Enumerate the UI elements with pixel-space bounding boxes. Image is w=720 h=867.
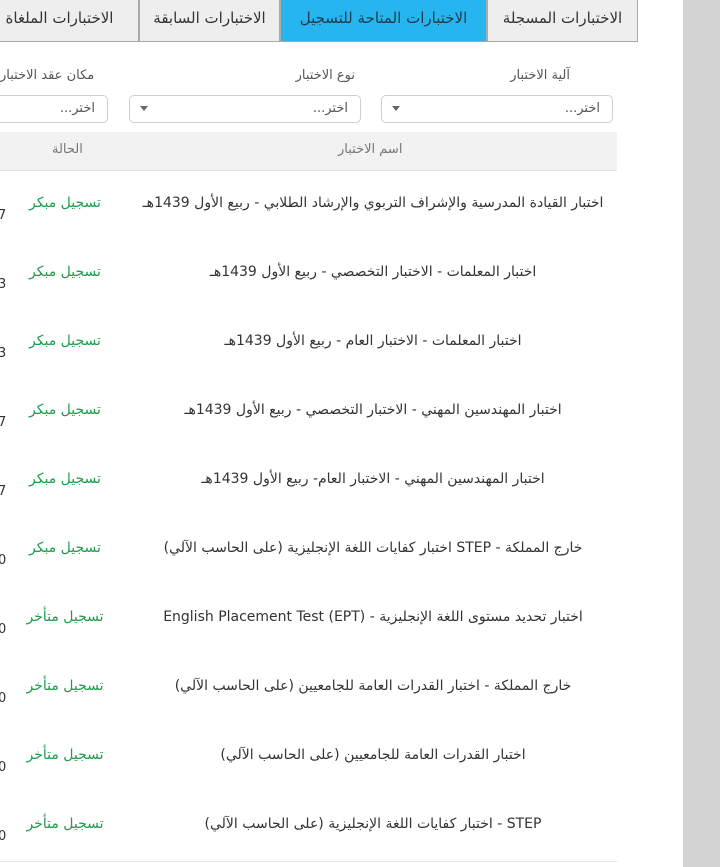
status-badge: تسجيل متأخر xyxy=(26,678,104,694)
exam-name: اختبار المهندسين المهني - الاختبار العام… xyxy=(201,471,545,487)
place-filter-label: مكان عقد الاختبار xyxy=(0,68,95,83)
table-row[interactable]: خارج المملكة - اختبار القدرات العامة للج… xyxy=(0,654,617,724)
tab-canceled-exams[interactable]: الاختبارات الملغاة xyxy=(0,0,139,42)
exam-name: اختبار المهندسين المهني - الاختبار التخص… xyxy=(184,402,562,418)
table-row[interactable]: خارج المملكة - STEP اختبار كفايات اللغة … xyxy=(0,516,617,586)
exams-panel: الاختبارات المسجلة الاختبارات المتاحة لل… xyxy=(0,0,683,867)
table-row[interactable]: اختبار المعلمات - الاختبار العام - ربيع … xyxy=(0,309,617,379)
status-badge: تسجيل مبكر xyxy=(29,402,101,418)
table-row[interactable]: اختبار المعلمات - الاختبار التخصصي - ربي… xyxy=(0,240,617,310)
truncated-cell: 7 xyxy=(0,484,7,499)
truncated-cell: 0 xyxy=(0,553,7,568)
table-row[interactable]: اختبار القدرات العامة للجامعيين (على الح… xyxy=(0,723,617,793)
truncated-cell: 3 xyxy=(0,346,7,361)
chevron-down-icon xyxy=(392,106,400,111)
status-badge: تسجيل مبكر xyxy=(29,471,101,487)
truncated-cell: 0 xyxy=(0,622,7,637)
status-badge: تسجيل متأخر xyxy=(26,609,104,625)
tab-registered-exams[interactable]: الاختبارات المسجلة xyxy=(487,0,638,42)
truncated-cell: 7 xyxy=(0,208,7,223)
page-background xyxy=(683,0,720,867)
table-row[interactable]: STEP - اختبار كفايات اللغة الإنجليزية (ع… xyxy=(0,792,617,862)
place-select-value: اختر... xyxy=(59,101,95,116)
column-header-status: الحالة xyxy=(52,142,83,157)
truncated-cell: 0 xyxy=(0,691,7,706)
type-filter-label: نوع الاختبار xyxy=(295,68,355,83)
mechanism-select-value: اختر... xyxy=(564,101,600,116)
truncated-cell: 0 xyxy=(0,760,7,775)
status-badge: تسجيل مبكر xyxy=(29,195,101,211)
exam-name: اختبار القدرات العامة للجامعيين (على الح… xyxy=(220,747,526,763)
truncated-cell: 3 xyxy=(0,277,7,292)
exam-name: اختبار المعلمات - الاختبار العام - ربيع … xyxy=(224,333,522,349)
mechanism-select[interactable]: اختر... xyxy=(381,95,613,123)
status-badge: تسجيل متأخر xyxy=(26,747,104,763)
table-row[interactable]: اختبار المهندسين المهني - الاختبار التخص… xyxy=(0,378,617,448)
truncated-cell: 0 xyxy=(0,829,7,844)
table-header: اسم الاختبار الحالة xyxy=(0,132,617,171)
type-select-value: اختر... xyxy=(312,101,348,116)
exam-tabs: الاختبارات المسجلة الاختبارات المتاحة لل… xyxy=(0,0,638,44)
column-header-exam-name: اسم الاختبار xyxy=(338,142,403,157)
status-badge: تسجيل مبكر xyxy=(29,540,101,556)
type-select[interactable]: اختر... xyxy=(129,95,361,123)
exam-name: اختبار المعلمات - الاختبار التخصصي - ربي… xyxy=(209,264,537,280)
status-badge: تسجيل متأخر xyxy=(26,816,104,832)
truncated-cell: 7 xyxy=(0,415,7,430)
chevron-down-icon xyxy=(140,106,148,111)
exam-name: خارج المملكة - STEP اختبار كفايات اللغة … xyxy=(163,540,583,556)
exam-name: STEP - اختبار كفايات اللغة الإنجليزية (ع… xyxy=(204,816,542,832)
exam-name: اختبار تحديد مستوى اللغة الإنجليزية - En… xyxy=(163,609,583,625)
exam-name: اختبار القيادة المدرسية والإشراف التربوي… xyxy=(142,195,604,211)
status-badge: تسجيل مبكر xyxy=(29,264,101,280)
table-row[interactable]: اختبار المهندسين المهني - الاختبار العام… xyxy=(0,447,617,517)
exam-name: خارج المملكة - اختبار القدرات العامة للج… xyxy=(174,678,572,694)
mechanism-filter-label: آلية الاختبار xyxy=(510,68,570,83)
table-row[interactable]: اختبار القيادة المدرسية والإشراف التربوي… xyxy=(0,171,617,241)
table-row[interactable]: اختبار تحديد مستوى اللغة الإنجليزية - En… xyxy=(0,585,617,655)
place-select[interactable]: اختر... xyxy=(0,95,108,123)
tab-previous-exams[interactable]: الاختبارات السابقة xyxy=(139,0,280,42)
tab-available-exams[interactable]: الاختبارات المتاحة للتسجيل xyxy=(280,0,487,42)
status-badge: تسجيل مبكر xyxy=(29,333,101,349)
